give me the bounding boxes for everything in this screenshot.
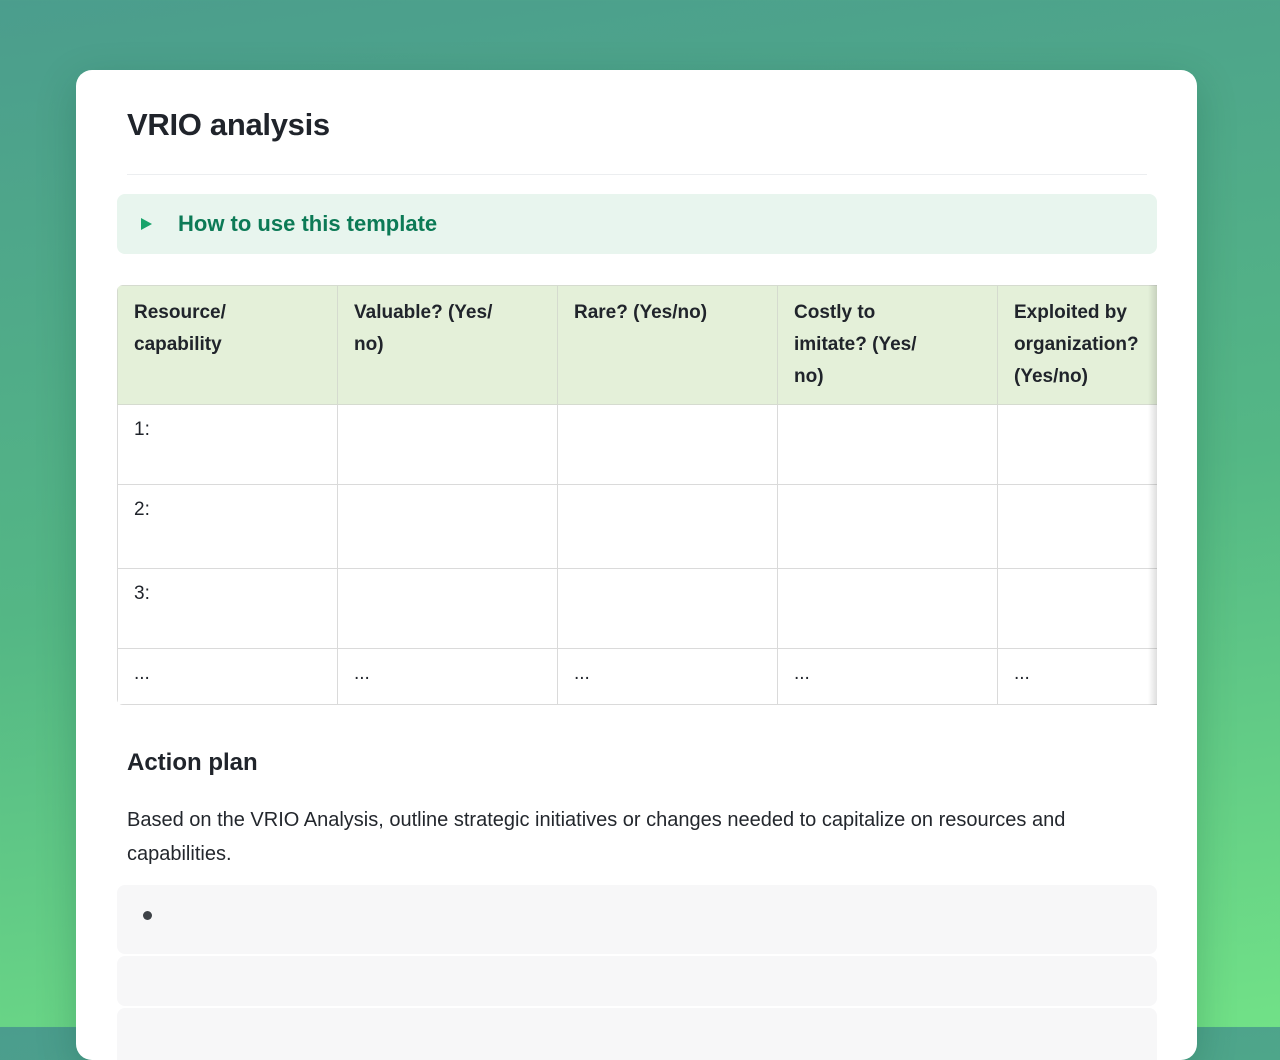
table-row-ellipsis: ... ... ... ... ... bbox=[118, 649, 1158, 705]
row-label-cell[interactable]: ... bbox=[118, 649, 338, 705]
row-label-cell[interactable]: 2: bbox=[118, 485, 338, 569]
placeholder-block[interactable] bbox=[117, 1008, 1157, 1060]
action-plan-heading: Action plan bbox=[127, 748, 1147, 777]
table-cell[interactable]: ... bbox=[998, 649, 1158, 705]
table-cell[interactable] bbox=[558, 485, 778, 569]
table-cell[interactable] bbox=[778, 485, 998, 569]
table-header-row: Resource/ capability Valuable? (Yes/ no)… bbox=[118, 286, 1158, 405]
table-cell[interactable] bbox=[558, 569, 778, 649]
header-rare[interactable]: Rare? (Yes/no) bbox=[558, 286, 778, 405]
row-label-cell[interactable]: 1: bbox=[118, 405, 338, 485]
table-cell[interactable]: ... bbox=[338, 649, 558, 705]
table-cell[interactable] bbox=[778, 569, 998, 649]
app-background: { "page": { "title": "VRIO analysis" }, … bbox=[0, 0, 1280, 1027]
table-cell[interactable] bbox=[998, 405, 1158, 485]
vrio-table: Resource/ capability Valuable? (Yes/ no)… bbox=[117, 285, 1157, 705]
document-content: VRIO analysis How to use this template R… bbox=[76, 70, 1197, 1060]
action-list-item[interactable] bbox=[117, 885, 1157, 954]
page-title: VRIO analysis bbox=[127, 107, 1147, 143]
table-cell[interactable] bbox=[998, 485, 1158, 569]
bullet-icon bbox=[143, 911, 152, 920]
table-cell[interactable]: ... bbox=[558, 649, 778, 705]
table-cell[interactable] bbox=[778, 405, 998, 485]
table-cell[interactable]: ... bbox=[778, 649, 998, 705]
document-card: VRIO analysis How to use this template R… bbox=[76, 70, 1197, 1060]
header-resource-capability[interactable]: Resource/ capability bbox=[118, 286, 338, 405]
action-plan-description: Based on the VRIO Analysis, outline stra… bbox=[127, 803, 1077, 871]
table-cell[interactable] bbox=[558, 405, 778, 485]
header-costly-to-imitate[interactable]: Costly to imitate? (Yes/ no) bbox=[778, 286, 998, 405]
triangle-right-icon bbox=[141, 218, 152, 230]
table-row: 1: bbox=[118, 405, 1158, 485]
table-cell[interactable] bbox=[338, 405, 558, 485]
table-cell[interactable] bbox=[998, 569, 1158, 649]
table-cell[interactable] bbox=[338, 485, 558, 569]
how-to-use-label: How to use this template bbox=[178, 211, 437, 237]
table-cell[interactable] bbox=[338, 569, 558, 649]
placeholder-block[interactable] bbox=[117, 956, 1157, 1006]
row-label-cell[interactable]: 3: bbox=[118, 569, 338, 649]
table-row: 3: bbox=[118, 569, 1158, 649]
how-to-use-toggle[interactable]: How to use this template bbox=[117, 194, 1157, 254]
header-exploited-by-organization[interactable]: Exploited by organization? (Yes/no) bbox=[998, 286, 1158, 405]
table-row: 2: bbox=[118, 485, 1158, 569]
title-divider bbox=[127, 174, 1147, 175]
header-valuable[interactable]: Valuable? (Yes/ no) bbox=[338, 286, 558, 405]
